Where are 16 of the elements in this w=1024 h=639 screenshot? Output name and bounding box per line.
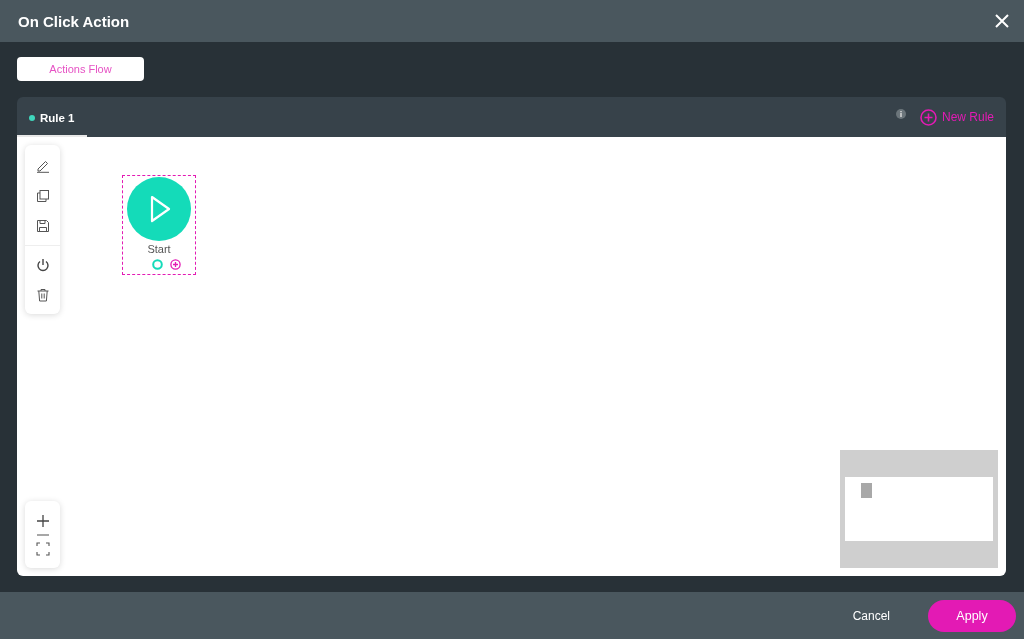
add-circle-icon[interactable] [919,108,937,126]
zoom-in-icon[interactable] [35,514,50,528]
start-node[interactable]: Start [122,175,196,275]
node-label: Start [147,243,171,255]
save-icon[interactable] [35,219,50,233]
copy-icon[interactable] [35,189,50,203]
pencil-icon[interactable] [35,159,50,173]
cancel-button[interactable]: Cancel [846,607,896,624]
fit-screen-icon[interactable] [35,542,50,556]
power-icon[interactable] [35,258,50,272]
apply-button[interactable]: Apply [928,599,1016,632]
add-icon[interactable] [169,259,181,270]
info-icon[interactable] [895,109,906,119]
minimap-node [861,483,872,498]
trash-icon[interactable] [35,288,50,302]
window-title: On Click Action [18,12,130,30]
